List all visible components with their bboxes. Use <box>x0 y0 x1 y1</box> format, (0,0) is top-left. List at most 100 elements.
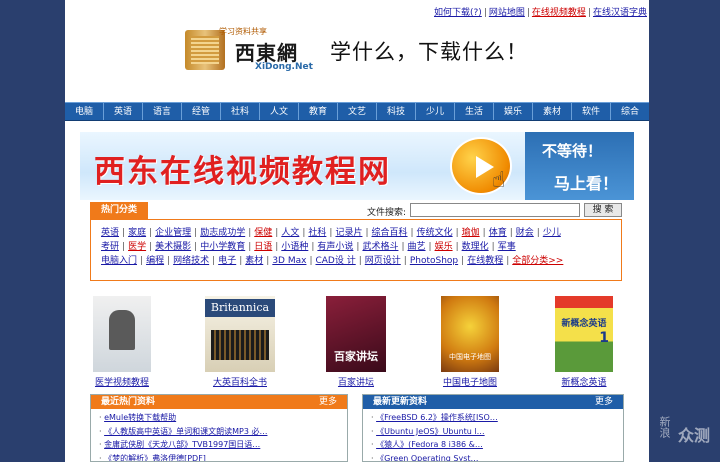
category-link[interactable]: 家庭 <box>128 228 146 238</box>
category-link[interactable]: 社科 <box>308 228 326 238</box>
category-link[interactable]: 中小学教育 <box>200 242 245 252</box>
list-item[interactable]: 《Ubuntu JeOS》Ubuntu l… <box>371 425 623 439</box>
product-caption[interactable]: 医学视频教程 <box>93 375 151 388</box>
category-link[interactable]: 娱乐 <box>435 242 453 252</box>
list-item[interactable]: 《梦的解析》弗洛伊德[PDF] <box>99 452 347 462</box>
nav-item[interactable]: 语言 <box>143 103 182 120</box>
more-link[interactable]: 更多 <box>595 395 613 409</box>
nav-item[interactable]: 电脑 <box>65 103 104 120</box>
category-link[interactable]: 有声小说 <box>317 242 353 252</box>
category-link[interactable]: 医学 <box>128 242 146 252</box>
category-link[interactable]: 在线教程 <box>467 256 503 266</box>
category-link[interactable]: 武术格斗 <box>362 242 398 252</box>
category-link[interactable]: 人文 <box>281 228 299 238</box>
category-link[interactable]: 企业管理 <box>155 228 191 238</box>
separator: | <box>410 228 414 238</box>
main-nav: 电脑 英语 语言 经管 社科 人文 教育 文艺 科技 少儿 生活 娱乐 素材 软… <box>65 102 649 121</box>
category-link[interactable]: 素材 <box>245 256 263 266</box>
category-link[interactable]: 传统文化 <box>417 228 453 238</box>
cover-title: Britannica <box>205 299 275 317</box>
category-link[interactable]: 电脑入门 <box>101 256 137 266</box>
product-new-concept[interactable]: 新概念英语 1 新概念英语 <box>555 296 613 388</box>
product-medical[interactable]: 医学视频教程 <box>93 296 151 388</box>
category-link[interactable]: 网络技术 <box>173 256 209 266</box>
separator: | <box>275 242 279 252</box>
video-tutorial-link[interactable]: 在线视频教程 <box>532 8 586 18</box>
category-link[interactable]: 考研 <box>101 242 119 252</box>
nav-item[interactable]: 少儿 <box>416 103 455 120</box>
category-link[interactable]: 小语种 <box>281 242 308 252</box>
category-link[interactable]: 瑜伽 <box>462 228 480 238</box>
site-map-link[interactable]: 网站地图 <box>489 8 525 18</box>
product-caption[interactable]: 百家讲坛 <box>326 375 386 388</box>
category-link[interactable]: 网页设计 <box>365 256 401 266</box>
separator: | <box>509 228 513 238</box>
list-item[interactable]: 《Green Operating Syst… <box>371 452 623 462</box>
category-link[interactable]: 记录片 <box>335 228 362 238</box>
category-link[interactable]: 保健 <box>254 228 272 238</box>
nav-item[interactable]: 文艺 <box>338 103 377 120</box>
product-caption[interactable]: 中国电子地图 <box>441 375 499 388</box>
category-link[interactable]: 全部分类>> <box>512 256 563 266</box>
product-britannica[interactable]: Britannica 大英百科全书 <box>205 296 275 388</box>
category-link[interactable]: 少儿 <box>543 228 561 238</box>
hot-categories-tab: 热门分类 <box>90 202 148 219</box>
nav-item[interactable]: 社科 <box>221 103 260 120</box>
category-link[interactable]: 英语 <box>101 228 119 238</box>
dictionary-link[interactable]: 在线汉语字典 <box>593 8 647 18</box>
category-link[interactable]: 曲艺 <box>408 242 426 252</box>
nav-item[interactable]: 教育 <box>299 103 338 120</box>
separator: | <box>266 256 270 266</box>
product-baijia[interactable]: 百家讲坛 百家讲坛 <box>326 296 386 388</box>
more-link[interactable]: 更多 <box>319 395 337 409</box>
category-link[interactable]: 财会 <box>516 228 534 238</box>
product-caption[interactable]: 新概念英语 <box>555 375 613 388</box>
nav-item[interactable]: 人文 <box>260 103 299 120</box>
panel-title: 最近热门资料 <box>101 397 156 407</box>
video-tutorial-banner[interactable]: 西东在线视频教程网 ☝ 不等待！ 马上看！ <box>80 132 634 200</box>
nav-item[interactable]: 科技 <box>377 103 416 120</box>
search-label: 文件搜索: <box>367 208 407 218</box>
separator: | <box>428 242 432 252</box>
category-link[interactable]: 日语 <box>254 242 272 252</box>
category-link[interactable]: 综合百科 <box>372 228 408 238</box>
search-button[interactable]: 搜 索 <box>584 203 622 217</box>
help-download-link[interactable]: 如何下载(?) <box>434 8 482 18</box>
panel-header: 最近热门资料 更多 <box>91 395 347 409</box>
banner-title: 西东在线视频教程网 <box>94 154 391 190</box>
list-item[interactable]: 《猿人》(Fedora 8 i386 &… <box>371 438 623 452</box>
search-input[interactable] <box>410 203 580 217</box>
category-link[interactable]: 3D Max <box>272 256 306 266</box>
category-link[interactable]: 编程 <box>146 256 164 266</box>
nav-item[interactable]: 综合 <box>611 103 649 120</box>
product-caption[interactable]: 大英百科全书 <box>205 375 275 388</box>
product-china-map[interactable]: 中国电子地图 中国电子地图 <box>441 296 499 388</box>
list-item[interactable]: 《FreeBSD 6.2》操作系统[ISO… <box>371 411 623 425</box>
category-link[interactable]: 体育 <box>489 228 507 238</box>
nav-item[interactable]: 经管 <box>182 103 221 120</box>
category-link[interactable]: 励志成功学 <box>200 228 245 238</box>
category-link[interactable]: 数理化 <box>462 242 489 252</box>
separator: | <box>275 228 279 238</box>
list-item[interactable]: eMule转换下载帮助 <box>99 411 347 425</box>
nav-item[interactable]: 素材 <box>533 103 572 120</box>
separator: | <box>122 228 126 238</box>
category-link[interactable]: 电子 <box>218 256 236 266</box>
nav-item[interactable]: 英语 <box>104 103 143 120</box>
nav-item[interactable]: 软件 <box>572 103 611 120</box>
nav-item[interactable]: 生活 <box>455 103 494 120</box>
featured-products: 医学视频教程 Britannica 大英百科全书 百家讲坛 百家讲坛 中国电子地… <box>65 296 649 390</box>
watermark: 新浪 众测 <box>656 412 712 452</box>
hot-resources-panel: 最近热门资料 更多 eMule转换下载帮助 《人教版高中英语》单词和课文朗读MP… <box>90 394 348 462</box>
site-logo[interactable]: 学习资料共享 西東網 XiDong.Net <box>185 26 315 74</box>
separator: | <box>167 256 171 266</box>
baijia-cover: 百家讲坛 <box>326 296 386 372</box>
category-link[interactable]: 军事 <box>498 242 516 252</box>
separator: | <box>356 242 360 252</box>
category-link[interactable]: CAD设 计 <box>315 256 355 266</box>
category-link[interactable]: 美术摄影 <box>155 242 191 252</box>
list-item[interactable]: 金庸武侠剧《天龙八部》TVB1997国日语… <box>99 438 347 452</box>
category-link[interactable]: PhotoShop <box>410 256 458 266</box>
list-item[interactable]: 《人教版高中英语》单词和课文朗读MP3 必… <box>99 425 347 439</box>
nav-item[interactable]: 娱乐 <box>494 103 533 120</box>
